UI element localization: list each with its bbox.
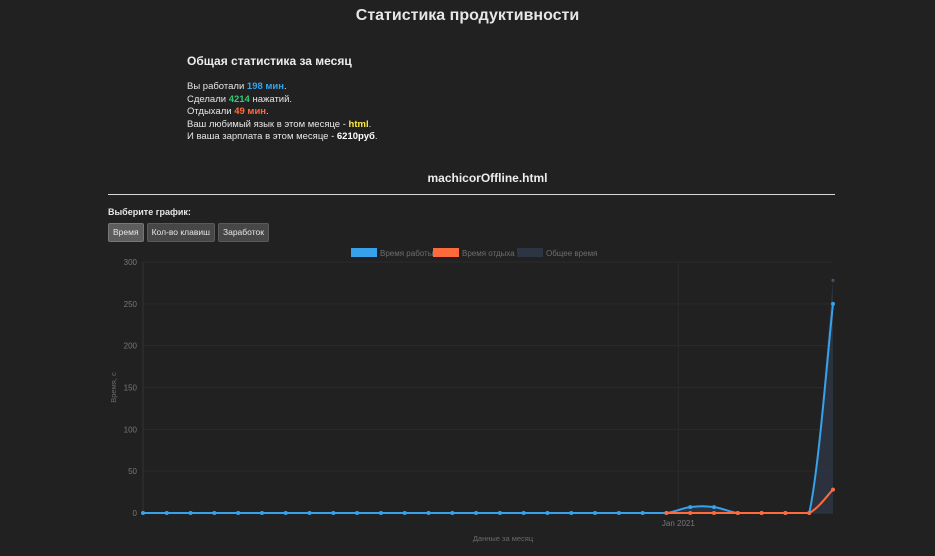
- work-time-point: [236, 511, 241, 515]
- work-time-point: [426, 511, 431, 515]
- work-time-point: [141, 511, 145, 515]
- time-chart: 0 50 100 150 200 250 300 Jan 2021 Время, с Данные…: [109, 248, 835, 543]
- rest-time-point: [783, 511, 788, 515]
- total-time-point: [831, 278, 835, 283]
- legend-work-time-label[interactable]: Время работы: [380, 249, 434, 258]
- work-time-point: [212, 511, 217, 515]
- y-tick-label: 300: [124, 258, 138, 267]
- x-axis-title: Данные за месяц: [473, 534, 534, 543]
- work-time-point: [164, 511, 169, 515]
- work-time-point: [283, 511, 288, 515]
- x-tick-label: Jan 2021: [662, 519, 695, 528]
- rest-time-point: [712, 511, 717, 515]
- y-tick-label: 100: [124, 425, 138, 434]
- rest-time-point: [735, 511, 740, 515]
- work-time-point: [640, 511, 645, 515]
- work-time-point: [355, 511, 360, 515]
- work-time-point: [593, 511, 598, 515]
- work-time-point: [259, 511, 264, 515]
- y-tick-label: 250: [124, 300, 138, 309]
- legend-work-time-swatch[interactable]: [351, 248, 377, 257]
- work-time-point: [378, 511, 383, 515]
- rest-time-point: [831, 487, 835, 492]
- work-time-point: [521, 511, 526, 515]
- legend-rest-time-label[interactable]: Время отдыха: [462, 249, 515, 258]
- y-axis-title: Время, с: [109, 372, 118, 403]
- work-time-point: [307, 511, 312, 515]
- work-time-point: [188, 511, 193, 515]
- rest-time-point: [664, 511, 669, 515]
- work-time-point: [688, 505, 693, 510]
- legend-total-time-swatch[interactable]: [517, 248, 543, 257]
- work-time-point: [402, 511, 407, 515]
- y-tick-label: 0: [133, 509, 138, 518]
- work-time-point: [831, 301, 835, 306]
- work-time-point: [545, 511, 550, 515]
- work-time-point: [497, 511, 502, 515]
- y-tick-label: 200: [124, 342, 138, 351]
- total-time-area: [143, 280, 833, 513]
- rest-time-point: [807, 511, 812, 515]
- work-time-point: [474, 511, 479, 515]
- page: Статистика продуктивности Общая статисти…: [0, 0, 935, 556]
- y-tick-label: 50: [128, 467, 137, 476]
- y-tick-label: 150: [124, 384, 138, 393]
- work-time-point: [331, 511, 336, 515]
- work-time-point: [616, 511, 621, 515]
- legend-rest-time-swatch[interactable]: [433, 248, 459, 257]
- work-time-point: [712, 505, 717, 510]
- rest-time-point: [688, 511, 693, 515]
- work-time-point: [569, 511, 574, 515]
- work-time-line: [143, 303, 834, 514]
- rest-time-point: [759, 511, 764, 515]
- legend-total-time-label[interactable]: Общее время: [546, 249, 597, 258]
- work-time-point: [450, 511, 455, 515]
